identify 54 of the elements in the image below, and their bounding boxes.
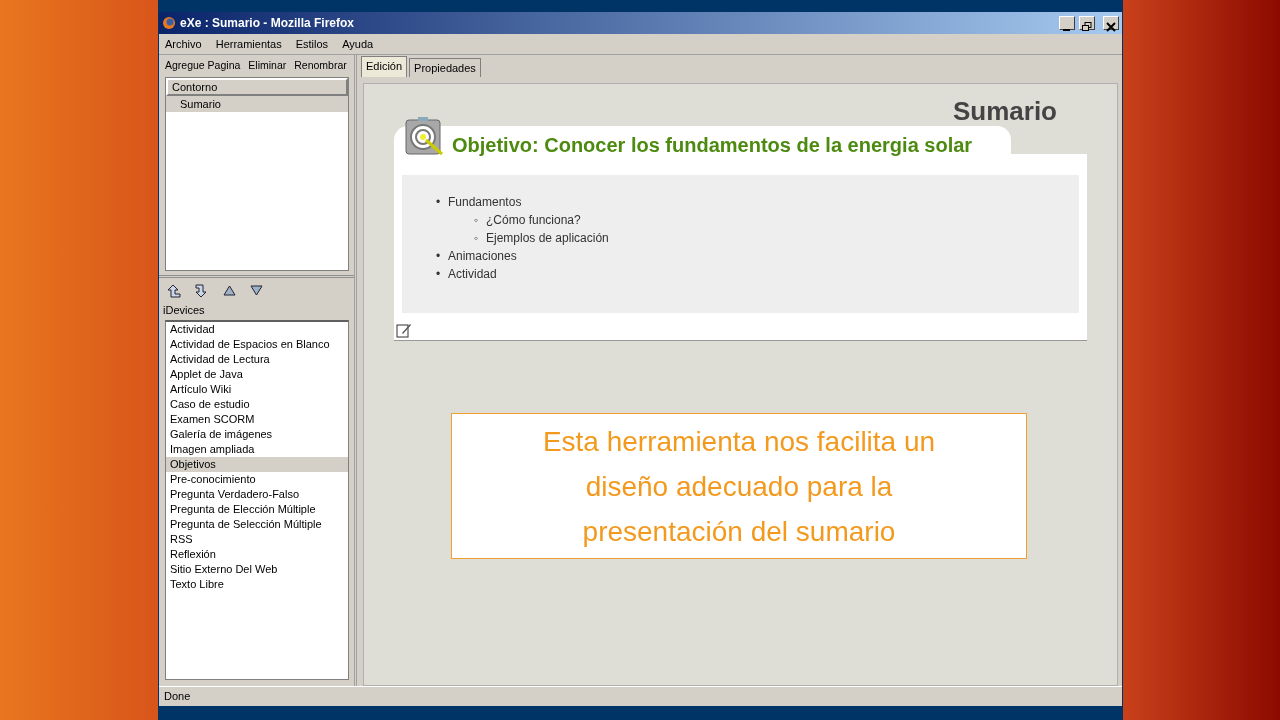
idevice-item[interactable]: Texto Libre	[166, 577, 348, 593]
restore-button[interactable]	[1079, 15, 1095, 30]
idevice-item[interactable]: Galería de imágenes	[166, 427, 348, 443]
list-item: Ejemplos de aplicación	[486, 231, 609, 246]
promote-arrow-icon[interactable]	[167, 282, 181, 299]
demote-arrow-icon[interactable]	[195, 282, 209, 299]
move-up-icon[interactable]	[223, 285, 236, 297]
menu-item[interactable]: Ayuda	[342, 35, 374, 53]
list-item: Fundamentos	[448, 195, 522, 210]
bullet: •	[436, 266, 442, 284]
menu-item[interactable]: Herramientas	[215, 35, 282, 53]
idevice-item[interactable]: Pregunta de Selección Múltiple	[166, 517, 348, 533]
window-title: eXe : Sumario - Mozilla Firefox	[180, 14, 355, 32]
toolbar-button[interactable]: Eliminar	[248, 58, 287, 75]
idevice-item[interactable]: Pregunta Verdadero-Falso	[166, 487, 348, 503]
move-down-icon[interactable]	[250, 285, 263, 297]
idevice-item[interactable]: Sitio Externo Del Web	[166, 562, 348, 578]
browser-logo-icon	[162, 15, 176, 30]
callout-note: Esta herramienta nos facilita un diseño adecuado para la presentación del sumario	[451, 413, 1027, 559]
toolbar-button[interactable]: Agregue Pagina	[165, 58, 241, 75]
page-title: Sumario	[952, 96, 1057, 127]
tab[interactable]: Propiedades	[409, 58, 481, 78]
list-item: ¿Cómo funciona?	[486, 213, 581, 228]
list-item: Actividad	[448, 267, 497, 282]
bullet: ◦	[474, 212, 480, 230]
idevice-item[interactable]: RSS	[166, 532, 348, 548]
bullet: •	[436, 248, 442, 266]
idevice-title: Objetivo: Conocer los fundamentos de la energia solar	[452, 133, 974, 159]
idevices-heading: iDevices	[163, 304, 205, 317]
idevice-item[interactable]: Actividad de Espacios en Blanco	[166, 337, 348, 353]
idevice-item[interactable]: Objetivos	[166, 457, 348, 473]
edit-icon[interactable]	[396, 322, 412, 339]
tree-root[interactable]: Contorno	[166, 78, 348, 97]
idevice-item[interactable]: Imagen ampliada	[166, 442, 348, 458]
list-item: Animaciones	[448, 249, 517, 264]
bullet: •	[436, 194, 442, 212]
idevice-item[interactable]: Caso de estudio	[166, 397, 348, 413]
idevice-item[interactable]: Pregunta de Elección Múltiple	[166, 502, 348, 518]
idevice-item[interactable]: Pre-conocimiento	[166, 472, 348, 488]
idevice-item[interactable]: Actividad de Lectura	[166, 352, 348, 368]
idevice-item[interactable]: Artículo Wiki	[166, 382, 348, 398]
idevice-item[interactable]: Applet de Java	[166, 367, 348, 383]
close-button[interactable]	[1103, 15, 1119, 30]
status-text: Done	[164, 689, 191, 705]
minimize-button[interactable]	[1059, 15, 1075, 30]
idevice-item[interactable]: Reflexión	[166, 547, 348, 563]
menu-item[interactable]: Archivo	[165, 35, 202, 53]
tree-item[interactable]: Sumario	[166, 96, 348, 113]
bullet: ◦	[474, 230, 480, 248]
idevice-item[interactable]: Examen SCORM	[166, 412, 348, 428]
toolbar-button[interactable]: Renombrar	[294, 58, 347, 75]
idevice-item[interactable]: Actividad	[166, 322, 348, 338]
menu-item[interactable]: Estilos	[295, 35, 329, 53]
tab[interactable]: Edición	[361, 56, 408, 78]
